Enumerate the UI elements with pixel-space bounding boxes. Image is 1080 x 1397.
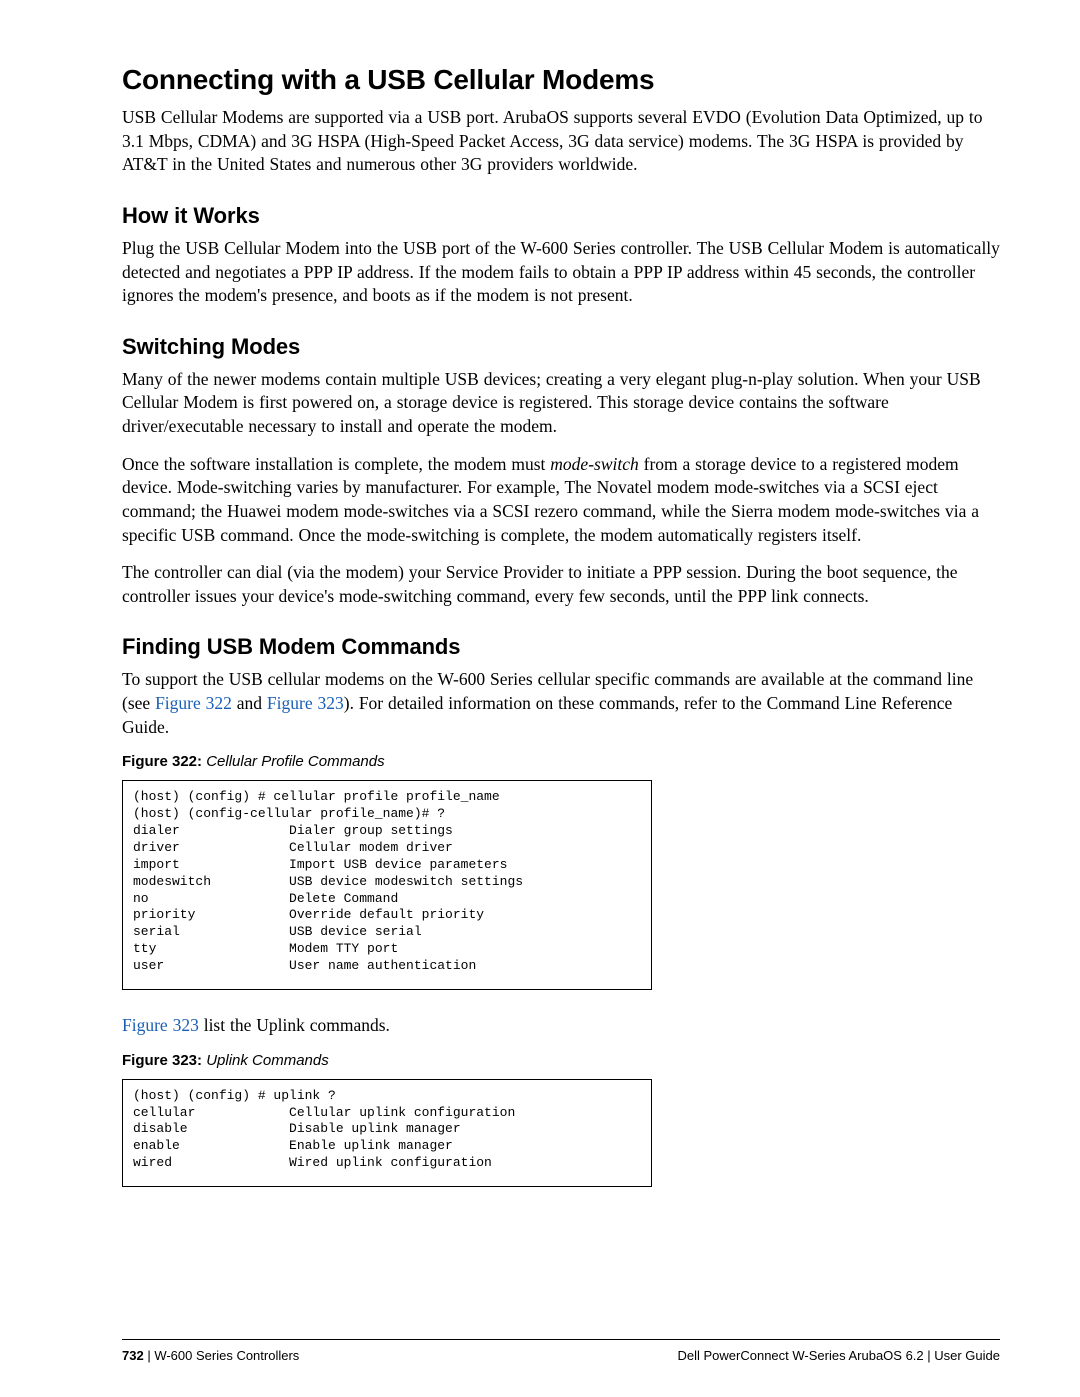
text-run: Once the software installation is comple… [122,454,550,474]
text-run: list the Uplink commands. [199,1015,390,1035]
how-it-works-paragraph: Plug the USB Cellular Modem into the USB… [122,237,1000,308]
heading-switching-modes: Switching Modes [122,334,1000,360]
xref-figure-322[interactable]: Figure 322 [155,693,232,713]
figure-title: Uplink Commands [202,1052,329,1069]
text-run: and [232,693,267,713]
switching-paragraph-2: Once the software installation is comple… [122,453,1000,548]
footer-right: Dell PowerConnect W-Series ArubaOS 6.2 |… [678,1348,1001,1363]
figure-title: Cellular Profile Commands [202,753,385,770]
footer-section-name: W-600 Series Controllers [154,1348,299,1363]
xref-figure-323-b[interactable]: Figure 323 [122,1015,199,1035]
xref-figure-323[interactable]: Figure 323 [267,693,344,713]
emphasis-mode-switch: mode-switch [550,454,638,474]
footer-rule [122,1339,1000,1340]
figure-322-caption: Figure 322: Cellular Profile Commands [122,753,1000,770]
figure-323-caption: Figure 323: Uplink Commands [122,1052,1000,1069]
switching-paragraph-1: Many of the newer modems contain multipl… [122,368,1000,439]
page-title: Connecting with a USB Cellular Modems [122,64,1000,96]
figure-number: Figure 323: [122,1052,202,1069]
finding-paragraph: To support the USB cellular modems on th… [122,668,1000,739]
heading-how-it-works: How it Works [122,203,1000,229]
page-footer: 732 | W-600 Series Controllers Dell Powe… [0,1339,1080,1363]
page-number: 732 [122,1348,144,1363]
intro-paragraph: USB Cellular Modems are supported via a … [122,106,1000,177]
figure-323-code: (host) (config) # uplink ? cellular Cell… [122,1079,652,1187]
footer-left: 732 | W-600 Series Controllers [122,1348,299,1363]
switching-paragraph-3: The controller can dial (via the modem) … [122,561,1000,608]
page: Connecting with a USB Cellular Modems US… [0,0,1080,1397]
figure-number: Figure 322: [122,753,202,770]
footer-separator: | [144,1348,155,1363]
figure-322-code: (host) (config) # cellular profile profi… [122,780,652,990]
heading-finding-commands: Finding USB Modem Commands [122,634,1000,660]
uplink-intro-paragraph: Figure 323 list the Uplink commands. [122,1014,1000,1038]
